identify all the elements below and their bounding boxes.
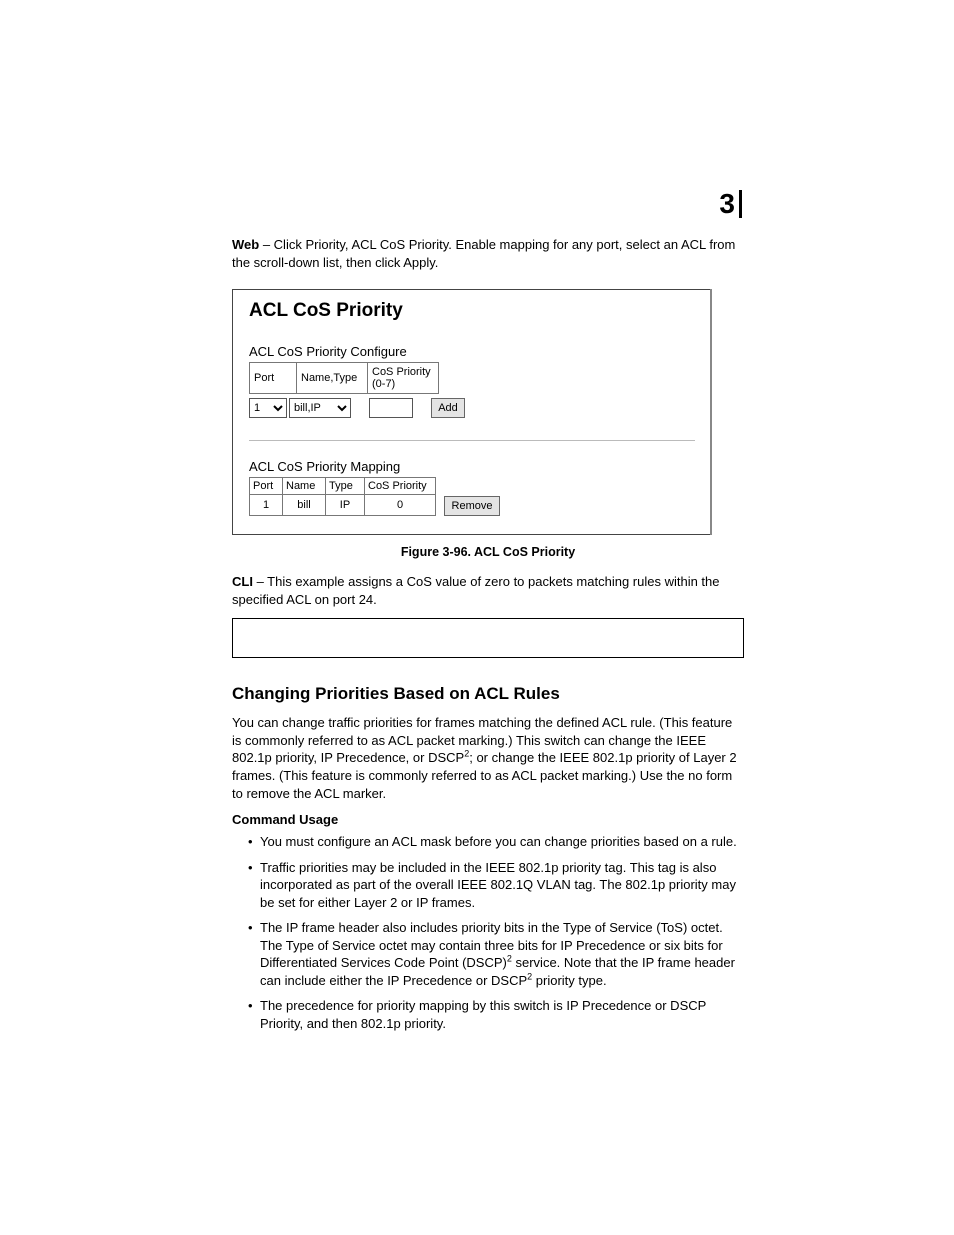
map-header-cos: CoS Priority bbox=[365, 477, 436, 495]
configure-header-row: Port Name,Type CoS Priority (0-7) bbox=[249, 362, 695, 394]
divider bbox=[249, 440, 695, 441]
map-cell-cos: 0 bbox=[365, 495, 436, 516]
configure-heading: ACL CoS Priority Configure bbox=[249, 344, 695, 359]
nametype-select[interactable]: bill,IP bbox=[289, 398, 351, 418]
map-cell-type: IP bbox=[326, 495, 365, 516]
header-nametype: Name,Type bbox=[297, 362, 368, 394]
section-paragraph: You can change traffic priorities for fr… bbox=[232, 714, 744, 802]
mapping-header-row: Port Name Type CoS Priority bbox=[249, 477, 695, 495]
cli-text: – This example assigns a CoS value of ze… bbox=[232, 574, 720, 607]
header-cos: CoS Priority (0-7) bbox=[368, 362, 439, 394]
figure-acl-cos-priority: ACL CoS Priority ACL CoS Priority Config… bbox=[232, 289, 712, 535]
cli-example-box bbox=[232, 618, 744, 658]
configure-controls-row: 1 bill,IP Add bbox=[249, 398, 695, 418]
list-item: The IP frame header also includes priori… bbox=[248, 919, 744, 989]
cos-input[interactable] bbox=[369, 398, 413, 418]
map-cell-port: 1 bbox=[249, 495, 283, 516]
list-item: Traffic priorities may be included in th… bbox=[248, 859, 744, 912]
command-usage-heading: Command Usage bbox=[232, 812, 744, 827]
mapping-heading: ACL CoS Priority Mapping bbox=[249, 459, 695, 474]
list-item: The precedence for priority mapping by t… bbox=[248, 997, 744, 1032]
li3-part-c: priority type. bbox=[532, 973, 606, 988]
add-button[interactable]: Add bbox=[431, 398, 465, 418]
map-header-type: Type bbox=[326, 477, 365, 495]
cli-paragraph: CLI – This example assigns a CoS value o… bbox=[232, 573, 744, 608]
mapping-row: 1 bill IP 0 Remove bbox=[249, 495, 695, 516]
web-text: – Click Priority, ACL CoS Priority. Enab… bbox=[232, 237, 735, 270]
figure-title: ACL CoS Priority bbox=[249, 300, 695, 322]
web-label: Web bbox=[232, 237, 259, 252]
cli-label: CLI bbox=[232, 574, 253, 589]
remove-button[interactable]: Remove bbox=[444, 496, 500, 516]
web-intro-paragraph: Web – Click Priority, ACL CoS Priority. … bbox=[232, 236, 744, 271]
list-item: You must configure an ACL mask before yo… bbox=[248, 833, 744, 851]
map-cell-name: bill bbox=[283, 495, 326, 516]
figure-caption: Figure 3-96. ACL CoS Priority bbox=[232, 545, 744, 559]
port-select[interactable]: 1 bbox=[249, 398, 287, 418]
header-port: Port bbox=[249, 362, 297, 394]
section-heading: Changing Priorities Based on ACL Rules bbox=[232, 684, 744, 704]
map-header-port: Port bbox=[249, 477, 283, 495]
map-header-name: Name bbox=[283, 477, 326, 495]
chapter-number: 3 bbox=[719, 190, 742, 218]
usage-list: You must configure an ACL mask before yo… bbox=[232, 833, 744, 1032]
